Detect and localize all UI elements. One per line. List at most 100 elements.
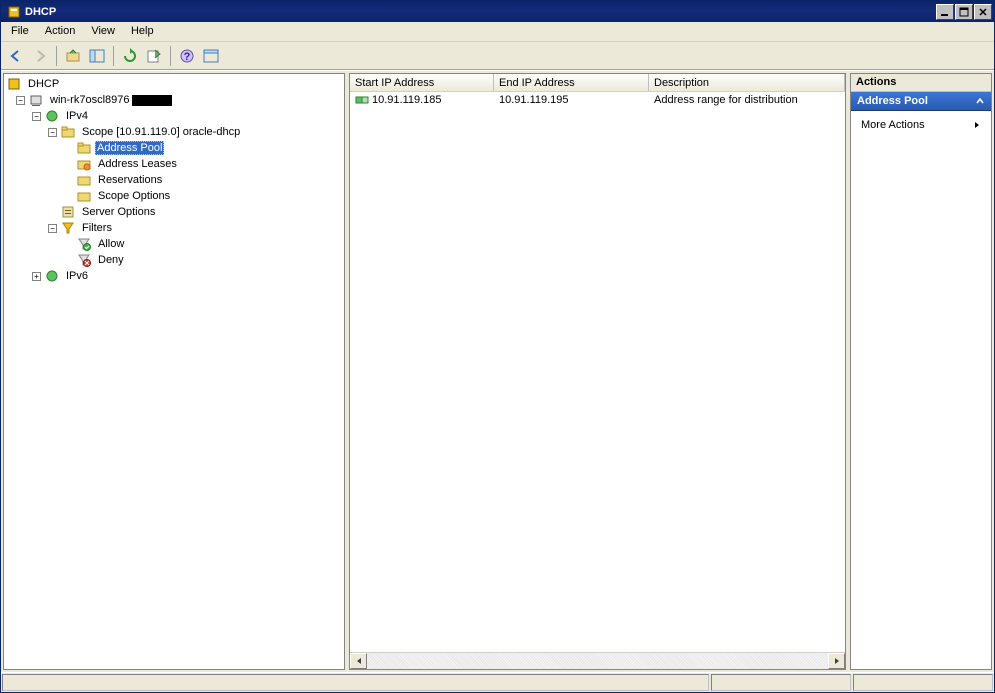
dhcp-icon — [6, 76, 22, 92]
toolbar-separator — [170, 46, 171, 66]
main-area: DHCP − win-rk7oscl8976 − IPv4 − Scope [ — [1, 70, 994, 672]
tree-reservations[interactable]: Reservations — [4, 172, 344, 188]
allow-icon — [76, 236, 92, 252]
back-button[interactable] — [5, 45, 27, 67]
tree-label: Filters — [79, 221, 115, 235]
tree-view[interactable]: DHCP − win-rk7oscl8976 − IPv4 − Scope [ — [4, 74, 344, 669]
column-end-ip[interactable]: End IP Address — [494, 74, 649, 91]
show-hide-tree-button[interactable] — [86, 45, 108, 67]
server-icon — [28, 92, 44, 108]
actions-section-header[interactable]: Address Pool — [851, 92, 991, 111]
status-cell — [853, 674, 993, 691]
title-bar: DHCP — [1, 1, 994, 22]
tree-label: Address Pool — [95, 141, 164, 155]
window-title: DHCP — [25, 6, 935, 18]
cell-description: Address range for distribution — [649, 93, 845, 107]
menu-bar: File Action View Help — [1, 22, 994, 42]
tree-filters[interactable]: − Filters — [4, 220, 344, 236]
column-description[interactable]: Description — [649, 74, 845, 91]
tree-root-dhcp[interactable]: DHCP — [4, 76, 344, 92]
actions-body: More Actions — [851, 111, 991, 139]
tree-allow[interactable]: Allow — [4, 236, 344, 252]
horizontal-scrollbar[interactable] — [350, 652, 845, 669]
toolbar-separator — [56, 46, 57, 66]
forward-button[interactable] — [29, 45, 51, 67]
actions-title: Actions — [851, 74, 991, 92]
expander-placeholder — [64, 144, 73, 153]
close-button[interactable] — [974, 4, 992, 20]
tree-scope[interactable]: − Scope [10.91.119.0] oracle-dhcp — [4, 124, 344, 140]
folder-icon — [76, 140, 92, 156]
list-row[interactable]: 10.91.119.185 10.91.119.195 Address rang… — [350, 92, 845, 108]
ipv4-icon — [44, 108, 60, 124]
tree-label: Allow — [95, 237, 127, 251]
tree-label: win-rk7oscl8976 — [47, 93, 132, 107]
tree-address-leases[interactable]: Address Leases — [4, 156, 344, 172]
tree-label: Reservations — [95, 173, 165, 187]
tree-label: DHCP — [25, 77, 62, 91]
list-panel: Start IP Address End IP Address Descript… — [349, 73, 846, 670]
tree-label: IPv4 — [63, 109, 91, 123]
expander-placeholder — [64, 192, 73, 201]
menu-file[interactable]: File — [3, 22, 37, 41]
cell-end-ip: 10.91.119.195 — [494, 93, 649, 107]
action-more-actions[interactable]: More Actions — [851, 115, 991, 135]
deny-icon — [76, 252, 92, 268]
ipv6-icon — [44, 268, 60, 284]
column-start-ip[interactable]: Start IP Address — [350, 74, 494, 91]
chevron-up-icon — [975, 96, 985, 106]
menu-help[interactable]: Help — [123, 22, 162, 41]
expand-icon[interactable]: + — [32, 272, 41, 281]
tree-server[interactable]: − win-rk7oscl8976 — [4, 92, 344, 108]
tree-panel: DHCP − win-rk7oscl8976 − IPv4 − Scope [ — [3, 73, 345, 670]
properties-button[interactable] — [200, 45, 222, 67]
options-icon — [76, 188, 92, 204]
tree-label: IPv6 — [63, 269, 91, 283]
collapse-icon[interactable]: − — [48, 224, 57, 233]
maximize-button[interactable] — [955, 4, 973, 20]
up-button[interactable] — [62, 45, 84, 67]
tree-label: Scope Options — [95, 189, 173, 203]
actions-panel: Actions Address Pool More Actions — [850, 73, 992, 670]
tree-scope-options[interactable]: Scope Options — [4, 188, 344, 204]
filters-icon — [60, 220, 76, 236]
collapse-icon[interactable]: − — [48, 128, 57, 137]
tree-deny[interactable]: Deny — [4, 252, 344, 268]
tree-label: Deny — [95, 253, 127, 267]
tree-ipv6[interactable]: + IPv6 — [4, 268, 344, 284]
refresh-button[interactable] — [119, 45, 141, 67]
collapse-icon[interactable]: − — [32, 112, 41, 121]
expander-placeholder — [64, 176, 73, 185]
menu-action[interactable]: Action — [37, 22, 84, 41]
tree-address-pool[interactable]: Address Pool — [4, 140, 344, 156]
menu-view[interactable]: View — [83, 22, 123, 41]
list-body[interactable]: 10.91.119.185 10.91.119.195 Address rang… — [350, 92, 845, 652]
tree-label: Scope [10.91.119.0] oracle-dhcp — [79, 125, 243, 139]
tree-label: Server Options — [79, 205, 158, 219]
toolbar-separator — [113, 46, 114, 66]
minimize-button[interactable] — [936, 4, 954, 20]
expander-placeholder — [48, 208, 57, 217]
toolbar: ? — [1, 42, 994, 70]
scroll-right-button[interactable] — [828, 653, 845, 669]
tree-ipv4[interactable]: − IPv4 — [4, 108, 344, 124]
server-options-icon — [60, 204, 76, 220]
chevron-right-icon — [973, 121, 981, 129]
svg-text:?: ? — [184, 51, 191, 63]
folder-icon — [60, 124, 76, 140]
leases-icon — [76, 156, 92, 172]
list-header: Start IP Address End IP Address Descript… — [350, 74, 845, 92]
scroll-track[interactable] — [367, 653, 828, 669]
redacted-text — [132, 95, 172, 106]
window-controls — [935, 4, 992, 20]
help-button[interactable]: ? — [176, 45, 198, 67]
tree-server-options[interactable]: Server Options — [4, 204, 344, 220]
expander-placeholder — [64, 256, 73, 265]
reservations-icon — [76, 172, 92, 188]
range-icon — [355, 93, 369, 107]
collapse-icon[interactable]: − — [16, 96, 25, 105]
export-button[interactable] — [143, 45, 165, 67]
action-link-label: More Actions — [861, 119, 925, 131]
scroll-left-button[interactable] — [350, 653, 367, 669]
app-icon — [6, 4, 22, 20]
